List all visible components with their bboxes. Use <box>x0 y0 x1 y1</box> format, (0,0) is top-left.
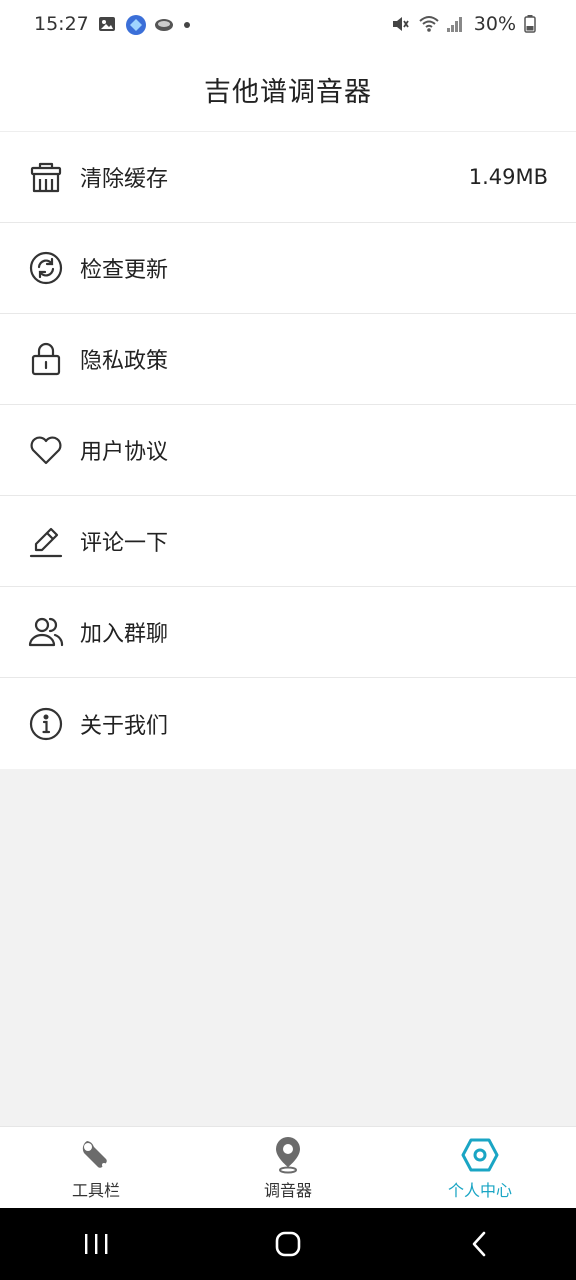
menu-item-label: 关于我们 <box>80 713 169 739</box>
menu-item-label: 评论一下 <box>80 531 169 556</box>
signal-icon <box>446 14 466 34</box>
tab-label: 调音器 <box>263 1180 312 1200</box>
tab-tuner[interactable]: 调音器 <box>192 1127 384 1208</box>
tab-toolbar[interactable]: 工具栏 <box>0 1127 192 1208</box>
menu-item-label: 加入群聊 <box>80 622 169 647</box>
image-icon <box>97 14 117 34</box>
menu-item-label: 隐私政策 <box>80 349 169 374</box>
app-icon <box>125 14 146 35</box>
tab-label: 个人中心 <box>447 1180 512 1200</box>
page-header: 吉他谱调音器 <box>0 48 576 132</box>
pencil-icon <box>28 523 64 559</box>
users-icon <box>28 614 64 650</box>
home-icon <box>275 1231 301 1257</box>
menu-item-label: 检查更新 <box>80 258 169 283</box>
menu-item-label: 用户协议 <box>80 440 169 465</box>
status-time: 15:27 <box>34 13 89 35</box>
recents-button[interactable] <box>66 1214 126 1274</box>
battery-percent: 30% <box>473 13 516 35</box>
info-icon <box>28 706 64 742</box>
tab-label: 工具栏 <box>71 1180 120 1200</box>
settings-menu: 清除缓存 1.49MB 检查更新 隐私政策 用户协议 评论一下 加入群聊 关于我… <box>0 132 576 769</box>
status-left: 15:27 <box>34 13 201 35</box>
status-right: 30% <box>390 13 544 35</box>
menu-item-join-group[interactable]: 加入群聊 <box>0 587 576 678</box>
location-pin-icon <box>268 1135 308 1175</box>
back-button[interactable] <box>450 1214 510 1274</box>
bottom-tab-bar: 工具栏 调音器 个人中心 <box>0 1126 576 1208</box>
menu-item-privacy-policy[interactable]: 隐私政策 <box>0 314 576 405</box>
hexagon-icon <box>460 1135 500 1175</box>
cloud-icon <box>153 14 173 34</box>
menu-item-label: 清除缓存 <box>80 167 169 192</box>
menu-item-check-update[interactable]: 检查更新 <box>0 223 576 314</box>
wifi-icon <box>418 14 439 34</box>
battery-icon <box>524 14 544 34</box>
status-bar: 15:27 30% <box>0 0 576 48</box>
dot-icon <box>181 14 201 34</box>
trash-icon <box>28 159 64 195</box>
home-button[interactable] <box>258 1214 318 1274</box>
mute-icon <box>390 14 410 34</box>
page-title: 吉他谱调音器 <box>204 77 372 108</box>
system-nav-bar <box>0 1208 576 1280</box>
menu-item-about-us[interactable]: 关于我们 <box>0 678 576 769</box>
menu-item-write-review[interactable]: 评论一下 <box>0 496 576 587</box>
menu-item-clear-cache[interactable]: 清除缓存 1.49MB <box>0 132 576 223</box>
heart-icon <box>28 432 64 468</box>
refresh-icon <box>28 250 64 286</box>
menu-item-user-agreement[interactable]: 用户协议 <box>0 405 576 496</box>
wrench-icon <box>76 1135 116 1175</box>
tab-profile[interactable]: 个人中心 <box>384 1127 576 1208</box>
recents-icon <box>85 1234 108 1254</box>
lock-icon <box>28 341 64 377</box>
back-icon <box>472 1231 486 1257</box>
cache-size-value: 1.49MB <box>468 165 548 189</box>
